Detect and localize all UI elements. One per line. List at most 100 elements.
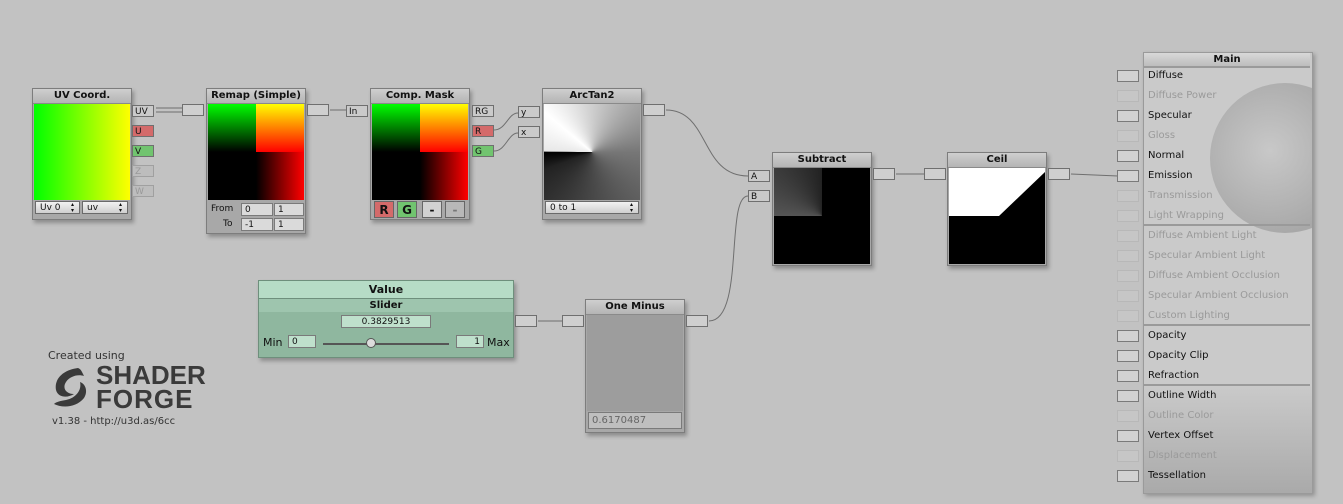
one-minus-input-connector[interactable] bbox=[562, 315, 584, 327]
mask-r-button[interactable]: R bbox=[374, 201, 394, 218]
value-header: Value bbox=[259, 281, 513, 299]
w-output-port[interactable]: W bbox=[132, 185, 154, 197]
input-connector[interactable] bbox=[1117, 250, 1139, 262]
one-minus-node[interactable]: One Minus 0.6170487 bbox=[585, 299, 685, 433]
min-field[interactable]: 0 bbox=[288, 335, 316, 348]
comp-mask-node[interactable]: Comp. Mask R G - - bbox=[370, 88, 470, 220]
main-input-tessellation[interactable]: Tessellation bbox=[1117, 468, 1317, 486]
node-title: Remap (Simple) bbox=[207, 89, 305, 104]
y-input-port[interactable]: y bbox=[518, 106, 540, 118]
ceil-input-connector[interactable] bbox=[924, 168, 946, 180]
v-output-port[interactable]: V bbox=[132, 145, 154, 157]
from-min-field[interactable]: 0 bbox=[241, 203, 273, 216]
input-connector[interactable] bbox=[1117, 290, 1139, 302]
main-input-displacement[interactable]: Displacement bbox=[1117, 448, 1317, 466]
z-output-port[interactable]: Z bbox=[132, 165, 154, 177]
input-connector[interactable] bbox=[1117, 370, 1139, 382]
input-label: Diffuse bbox=[1148, 70, 1184, 81]
input-label: Outline Color bbox=[1148, 410, 1214, 421]
input-label: Diffuse Power bbox=[1148, 90, 1217, 101]
main-input-vertex-offset[interactable]: Vertex Offset bbox=[1117, 428, 1317, 446]
g-output-port[interactable]: G bbox=[472, 145, 494, 157]
main-input-diffuse-power[interactable]: Diffuse Power bbox=[1117, 88, 1317, 106]
input-connector[interactable] bbox=[1117, 230, 1139, 242]
rg-output-port[interactable]: RG bbox=[472, 105, 494, 117]
input-label: Opacity Clip bbox=[1148, 350, 1209, 361]
slider-track[interactable] bbox=[323, 343, 449, 345]
remap-output-connector[interactable] bbox=[307, 104, 329, 116]
uv-channel-dropdown[interactable]: Uv 0 bbox=[35, 201, 80, 214]
subtract-node[interactable]: Subtract bbox=[772, 152, 872, 266]
remap-input-connector[interactable] bbox=[182, 104, 204, 116]
one-minus-output-connector[interactable] bbox=[686, 315, 708, 327]
input-connector[interactable] bbox=[1117, 450, 1139, 462]
input-connector[interactable] bbox=[1117, 150, 1139, 162]
value-slider-node[interactable]: Value Slider 0.3829513 Min 0 1 Max bbox=[258, 280, 514, 358]
main-input-opacity[interactable]: Opacity bbox=[1117, 328, 1317, 346]
main-input-diffuse-ambient-occlusion[interactable]: Diffuse Ambient Occlusion bbox=[1117, 268, 1317, 286]
a-input-port[interactable]: A bbox=[748, 170, 770, 182]
arctan2-output-connector[interactable] bbox=[643, 104, 665, 116]
main-panel[interactable]: Main Diffuse Diffuse Power Specular Gloss No… bbox=[1117, 52, 1313, 494]
main-input-specular-ambient-light[interactable]: Specular Ambient Light bbox=[1117, 248, 1317, 266]
main-input-diffuse-ambient-light[interactable]: Diffuse Ambient Light bbox=[1117, 228, 1317, 246]
ceil-output-connector[interactable] bbox=[1048, 168, 1070, 180]
input-connector[interactable] bbox=[1117, 270, 1139, 282]
input-connector[interactable] bbox=[1117, 70, 1139, 82]
main-input-outline-color[interactable]: Outline Color bbox=[1117, 408, 1317, 426]
in-input-port[interactable]: In bbox=[346, 105, 368, 117]
main-input-gloss[interactable]: Gloss bbox=[1117, 128, 1317, 146]
input-connector[interactable] bbox=[1117, 210, 1139, 222]
slider-value-field[interactable]: 0.3829513 bbox=[341, 315, 431, 328]
main-input-specular-ambient-occlusion[interactable]: Specular Ambient Occlusion bbox=[1117, 288, 1317, 306]
input-connector[interactable] bbox=[1117, 430, 1139, 442]
subtract-output-connector[interactable] bbox=[873, 168, 895, 180]
arctan2-node[interactable]: ArcTan2 0 to 1 bbox=[542, 88, 642, 220]
to-min-field[interactable]: -1 bbox=[241, 218, 273, 231]
from-max-field[interactable]: 1 bbox=[274, 203, 304, 216]
input-connector[interactable] bbox=[1117, 90, 1139, 102]
input-connector[interactable] bbox=[1117, 310, 1139, 322]
u-output-port[interactable]: U bbox=[132, 125, 154, 137]
input-connector[interactable] bbox=[1117, 190, 1139, 202]
to-max-field[interactable]: 1 bbox=[274, 218, 304, 231]
x-input-port[interactable]: x bbox=[518, 126, 540, 138]
input-label: Vertex Offset bbox=[1148, 430, 1214, 441]
main-input-emission[interactable]: Emission bbox=[1117, 168, 1317, 186]
r-output-port[interactable]: R bbox=[472, 125, 494, 137]
input-connector[interactable] bbox=[1117, 390, 1139, 402]
input-connector[interactable] bbox=[1117, 110, 1139, 122]
input-connector[interactable] bbox=[1117, 330, 1139, 342]
main-input-refraction[interactable]: Refraction bbox=[1117, 368, 1317, 386]
input-connector[interactable] bbox=[1117, 170, 1139, 182]
input-connector[interactable] bbox=[1117, 410, 1139, 422]
remap-node[interactable]: Remap (Simple) From 0 1 To -1 1 bbox=[206, 88, 306, 234]
input-connector[interactable] bbox=[1117, 470, 1139, 482]
mask-b-button[interactable]: - bbox=[422, 201, 442, 218]
main-input-opacity-clip[interactable]: Opacity Clip bbox=[1117, 348, 1317, 366]
uv-mode-dropdown[interactable]: uv bbox=[82, 201, 128, 214]
main-input-normal[interactable]: Normal bbox=[1117, 148, 1317, 166]
main-input-specular[interactable]: Specular bbox=[1117, 108, 1317, 126]
mask-g-button[interactable]: G bbox=[397, 201, 417, 218]
uv-output-port[interactable]: UV bbox=[132, 105, 154, 117]
input-connector[interactable] bbox=[1117, 130, 1139, 142]
slider-thumb[interactable] bbox=[366, 338, 377, 348]
b-input-port[interactable]: B bbox=[748, 190, 770, 202]
input-connector[interactable] bbox=[1117, 350, 1139, 362]
subtract-preview bbox=[774, 168, 870, 264]
uv-coord-node[interactable]: UV Coord. Uv 0 uv bbox=[32, 88, 132, 220]
to-label: To bbox=[223, 219, 233, 229]
main-input-light-wrapping[interactable]: Light Wrapping bbox=[1117, 208, 1317, 226]
input-label: Specular Ambient Light bbox=[1148, 250, 1266, 261]
main-input-transmission[interactable]: Transmission bbox=[1117, 188, 1317, 206]
range-dropdown[interactable]: 0 to 1 bbox=[545, 201, 639, 214]
max-field[interactable]: 1 bbox=[456, 335, 484, 348]
mask-a-button[interactable]: - bbox=[445, 201, 465, 218]
ceil-node[interactable]: Ceil bbox=[947, 152, 1047, 266]
main-input-custom-lighting[interactable]: Custom Lighting bbox=[1117, 308, 1317, 326]
slider-output-connector[interactable] bbox=[515, 315, 537, 327]
main-input-outline-width[interactable]: Outline Width bbox=[1117, 388, 1317, 406]
main-input-diffuse[interactable]: Diffuse bbox=[1117, 68, 1317, 86]
shader-forge-logo-icon bbox=[54, 368, 87, 407]
